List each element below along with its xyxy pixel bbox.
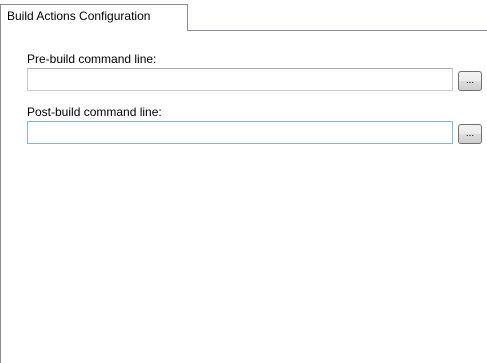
post-build-command-input[interactable] <box>27 121 453 144</box>
post-build-browse-button[interactable]: ... <box>458 124 482 144</box>
tab-build-actions-configuration[interactable]: Build Actions Configuration <box>0 4 188 31</box>
build-actions-dialog: Build Actions Configuration Pre-build co… <box>0 0 487 363</box>
post-build-label: Post-build command line: <box>27 105 162 119</box>
pre-build-label: Pre-build command line: <box>27 52 157 66</box>
pre-build-command-input[interactable] <box>27 68 453 91</box>
tab-label: Build Actions Configuration <box>7 9 151 23</box>
tab-strip: Build Actions Configuration <box>0 0 487 31</box>
pre-build-browse-button[interactable]: ... <box>458 71 482 91</box>
